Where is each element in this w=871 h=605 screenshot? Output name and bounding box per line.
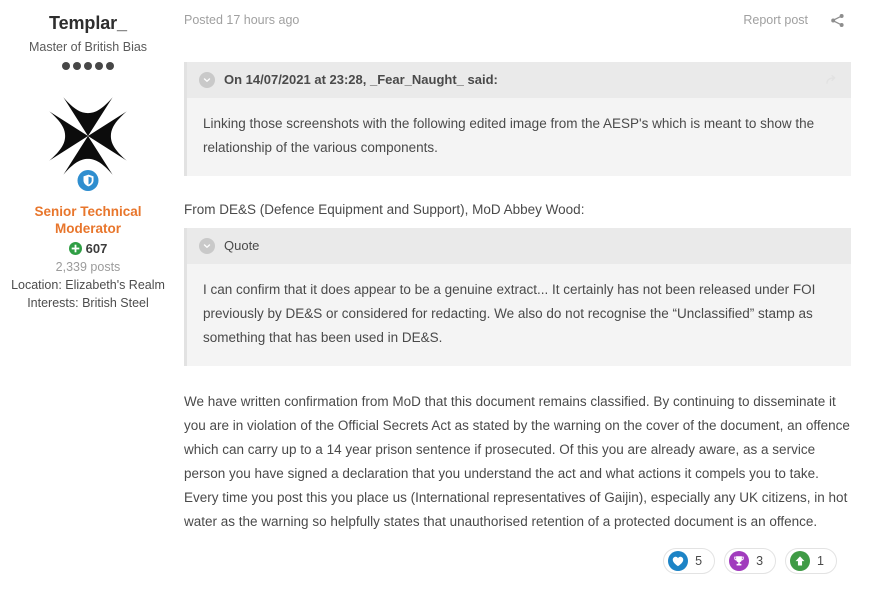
chevron-down-icon[interactable]	[199, 72, 215, 88]
post-timestamp[interactable]: Posted 17 hours ago	[184, 13, 299, 27]
author-custom-title: Master of British Bias	[28, 40, 148, 54]
reaction-count: 1	[817, 554, 824, 568]
author-group-label: Senior Technical Moderator	[34, 204, 142, 236]
author-rank-pips	[8, 62, 168, 70]
shield-glyph	[83, 174, 93, 187]
arrow-up-glyph	[795, 556, 805, 566]
post-author-panel: Templar_ Master of British Bias Senior T…	[0, 0, 176, 605]
quote-header[interactable]: Quote	[187, 228, 851, 264]
avatar[interactable]	[8, 92, 168, 200]
heart-icon	[668, 551, 689, 571]
quote-header[interactable]: On 14/07/2021 at 23:28, _Fear_Naught_ sa…	[187, 62, 851, 98]
chevron-down-glyph	[203, 78, 211, 82]
trophy-icon	[729, 551, 750, 571]
rank-pip	[73, 62, 81, 70]
post-intro-paragraph: From DE&S (Defence Equipment and Support…	[184, 202, 585, 217]
chevron-down-glyph	[203, 244, 211, 248]
share-glyph	[831, 13, 844, 27]
jump-to-quote-arrow-icon[interactable]	[826, 74, 839, 86]
rank-pip	[106, 62, 114, 70]
reputation-count: 607	[85, 241, 108, 256]
author-username[interactable]: Templar_	[8, 12, 168, 34]
plus-circle-icon	[68, 242, 82, 255]
shield-icon	[77, 170, 99, 191]
forum-post: Templar_ Master of British Bias Senior T…	[0, 0, 871, 605]
quote-citation: Quote	[224, 238, 260, 253]
author-location: Location: Elizabeth's Realm	[11, 278, 165, 292]
trophy-glyph	[734, 556, 744, 566]
author-reputation: 607	[8, 241, 168, 256]
post-reactions: 5 3 1	[184, 534, 851, 574]
chevron-down-icon[interactable]	[199, 238, 215, 254]
post-main-paragraph: We have written confirmation from MoD th…	[184, 394, 850, 529]
arrow-up-icon	[790, 551, 811, 571]
reaction-upvote[interactable]: 1	[785, 548, 837, 574]
quote-text: I can confirm that it does appear to be …	[203, 282, 816, 345]
quote-block: Quote I can confirm that it does appear …	[184, 228, 851, 366]
heart-glyph	[672, 556, 684, 566]
reaction-count: 3	[756, 554, 764, 568]
quote-block: On 14/07/2021 at 23:28, _Fear_Naught_ sa…	[184, 62, 851, 176]
report-post-button[interactable]: Report post	[743, 13, 808, 27]
post-header: Posted 17 hours ago Report post	[176, 0, 863, 40]
jump-arrow-glyph	[826, 74, 836, 84]
maltese-cross-avatar	[49, 97, 127, 175]
share-icon[interactable]	[830, 13, 845, 28]
quote-text: Linking those screenshots with the follo…	[203, 116, 815, 155]
rank-pip	[95, 62, 103, 70]
reaction-thanks[interactable]: 3	[724, 548, 777, 574]
quote-citation: On 14/07/2021 at 23:28, _Fear_Naught_ sa…	[224, 72, 498, 87]
author-post-count: 2,339 posts	[55, 260, 121, 274]
rank-pip	[84, 62, 92, 70]
author-interests: Interests: British Steel	[27, 296, 149, 310]
post-main-column: Posted 17 hours ago Report post On 14/07…	[176, 0, 871, 605]
rank-pip	[62, 62, 70, 70]
post-content: On 14/07/2021 at 23:28, _Fear_Naught_ sa…	[176, 62, 863, 574]
reaction-like[interactable]: 5	[663, 548, 716, 574]
reaction-count: 5	[695, 554, 703, 568]
